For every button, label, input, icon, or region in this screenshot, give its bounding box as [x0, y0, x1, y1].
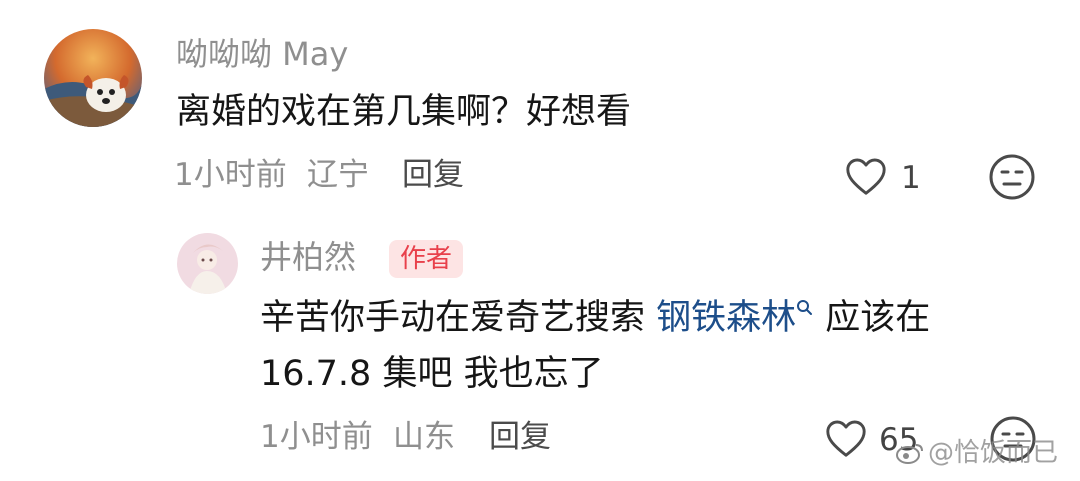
- avatar-image: [44, 29, 142, 127]
- avatar[interactable]: [44, 29, 142, 127]
- reply-content-text: 辛苦你手动在爱奇艺搜索: [260, 298, 657, 338]
- reply-content-text: 应该在: [814, 298, 931, 338]
- reply-content-line2: 16.7.8 集吧 我也忘了: [260, 354, 604, 394]
- reply-content-line1: 辛苦你手动在爱奇艺搜索 钢铁森林 应该在: [260, 298, 931, 338]
- like-button[interactable]: 1: [843, 155, 923, 197]
- comment-content: 离婚的戏在第几集啊？好想看: [176, 92, 632, 132]
- heart-icon: [846, 158, 886, 195]
- search-link[interactable]: 钢铁森林: [656, 298, 796, 338]
- reply-username[interactable]: 井柏然: [260, 241, 356, 273]
- dislike-face-icon[interactable]: [989, 154, 1035, 200]
- reply-time: 1小时前: [260, 419, 373, 455]
- comment-location: 辽宁: [307, 157, 369, 193]
- comment-time: 1小时前: [174, 157, 287, 193]
- reply-location: 山东: [393, 419, 455, 455]
- author-badge: 作者: [389, 240, 464, 278]
- reply-avatar[interactable]: [177, 233, 238, 294]
- reply-button[interactable]: 回复: [402, 160, 464, 191]
- search-icon[interactable]: [796, 299, 814, 317]
- comment-username[interactable]: 呦呦呦 May: [176, 38, 348, 70]
- reply-reply-button[interactable]: 回复: [489, 422, 551, 453]
- heart-icon: [826, 420, 866, 457]
- watermark-text: @恰饭而已: [928, 438, 1059, 468]
- like-count: 1: [901, 160, 921, 196]
- weibo-logo-icon: [896, 444, 923, 464]
- avatar-image: [177, 233, 238, 294]
